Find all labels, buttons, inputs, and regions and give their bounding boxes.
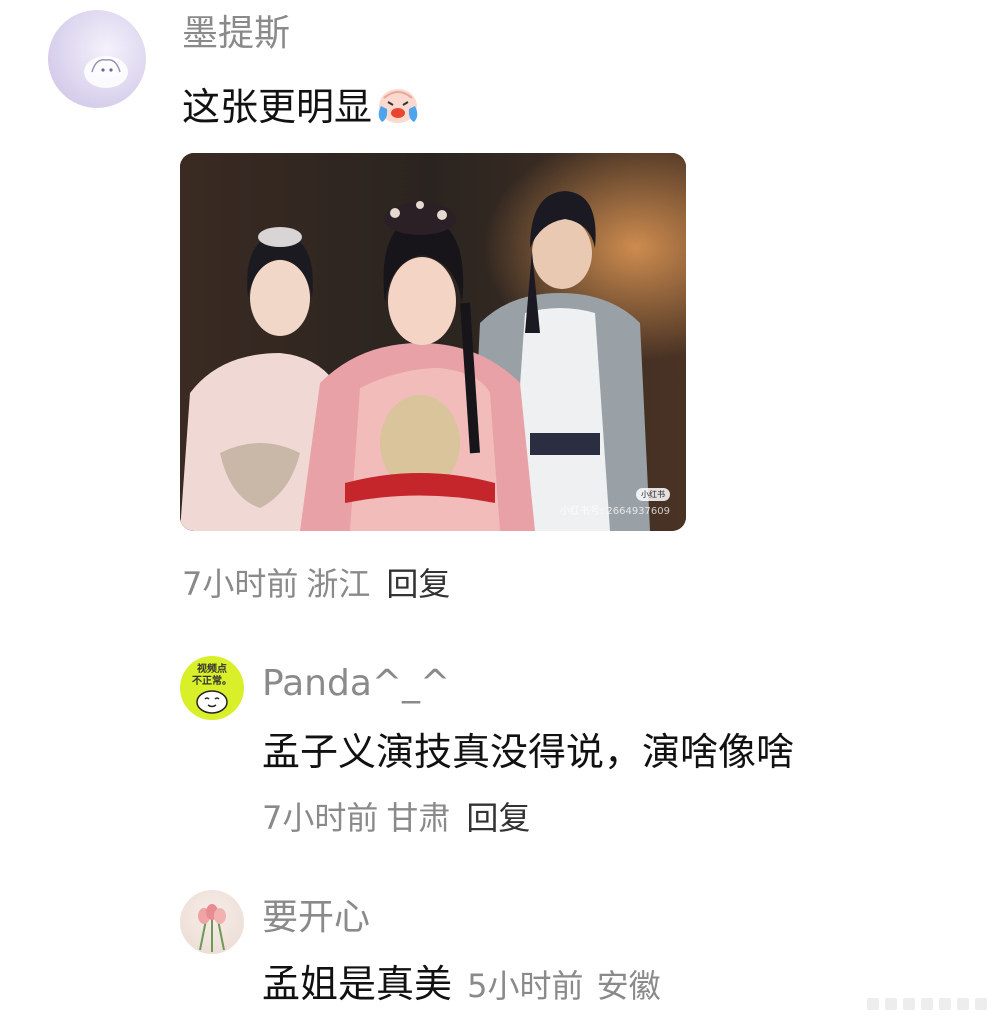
reply-username[interactable]: 要开心 xyxy=(262,898,370,938)
more-indicator xyxy=(867,998,987,1010)
drama-still-image xyxy=(180,153,686,531)
image-watermark: 小红书号: 2664937609 xyxy=(559,506,670,517)
smiley-face-icon xyxy=(196,690,228,714)
reply-meta: 7小时前 甘肃 回复 xyxy=(262,800,538,836)
reply-button[interactable]: 回复 xyxy=(466,799,530,837)
reply-location: 甘肃 xyxy=(386,799,451,837)
comment-text: 这张更明显 xyxy=(182,85,373,129)
reply-location: 安徽 xyxy=(596,967,661,1005)
comment-time: 7小时前 xyxy=(182,565,299,603)
crying-laughing-emoji-icon xyxy=(374,84,422,135)
reply-username[interactable]: Panda^_^ xyxy=(262,664,450,704)
reply-row: 孟姐是真美 5小时前 安徽 xyxy=(262,962,661,1006)
comment-text-row: 这张更明显 xyxy=(182,84,422,135)
avatar-illustration xyxy=(84,56,128,88)
avatar-text-line2: 不正常。 xyxy=(192,676,232,687)
comment-location: 浙江 xyxy=(306,565,371,603)
reply-text: 孟姐是真美 xyxy=(262,962,453,1006)
comment-username[interactable]: 墨提斯 xyxy=(182,14,290,54)
reply-time: 7小时前 xyxy=(262,799,379,837)
reply-button[interactable]: 回复 xyxy=(386,565,450,603)
avatar[interactable] xyxy=(48,10,146,108)
avatar-text-line1: 视频点 xyxy=(197,664,227,675)
tulip-flowers-image xyxy=(198,904,226,952)
comment-meta: 7小时前 浙江 回复 xyxy=(182,566,458,602)
avatar[interactable] xyxy=(180,890,244,954)
avatar[interactable]: 视频点 不正常。 xyxy=(180,656,244,720)
reply-text: 孟子义演技真没得说，演啥像啥 xyxy=(262,730,795,774)
watermark-badge: 小红书 xyxy=(636,488,670,501)
reply-time: 5小时前 xyxy=(467,967,584,1005)
comment-image[interactable]: 小红书 小红书号: 2664937609 xyxy=(180,153,686,531)
